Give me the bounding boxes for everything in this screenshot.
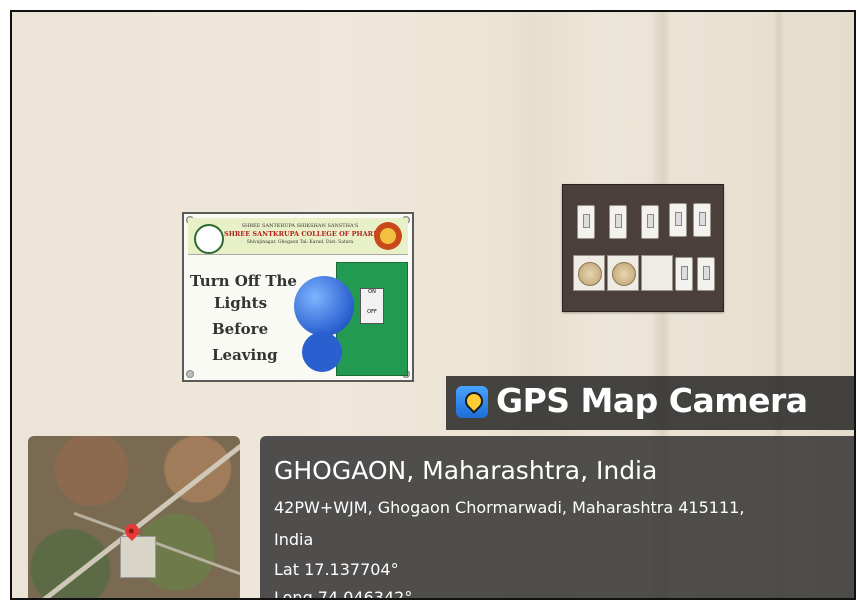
wall-switch	[675, 257, 693, 291]
poster-college: SHREE SANTKRUPA COLLEGE OF PHARMACY	[224, 230, 396, 238]
map-pin-icon	[456, 386, 488, 418]
switch-board	[562, 184, 724, 312]
wall-switch	[609, 205, 627, 239]
switch-off-label: OFF	[367, 309, 377, 315]
fan-regulator	[607, 255, 639, 291]
location-map-thumbnail	[28, 436, 240, 598]
map-road	[73, 511, 240, 584]
place-name: GHOGAON, Maharashtra, India	[274, 456, 658, 485]
map-building	[120, 536, 156, 578]
address-line-1: 42PW+WJM, Ghogaon Chormarwadi, Maharasht…	[274, 498, 745, 517]
longitude: Long 74.046342°	[274, 588, 413, 600]
regulator-knob	[578, 262, 602, 286]
poster-address: Shivajinagar, Ghogaon Tal: Karad, Dist: …	[246, 240, 354, 245]
poster-msg-2: Lights	[214, 294, 268, 312]
energy-saving-poster: SHREE SANTKRUPA SHIKSHAN SANSTHA'S SHREE…	[182, 212, 414, 382]
college-logo-right	[374, 222, 402, 250]
poster-msg-4: Leaving	[212, 346, 278, 364]
wall-switch	[641, 205, 659, 239]
power-socket	[641, 255, 673, 291]
wall-switch	[669, 203, 687, 237]
globe-mascot-icon	[294, 276, 354, 336]
wall-switch	[693, 203, 711, 237]
mascot-body	[302, 332, 342, 372]
screw	[186, 370, 194, 378]
gps-camera-brand: GPS Map Camera	[446, 376, 854, 430]
address-line-2: India	[274, 530, 314, 549]
poster-msg-1: Turn Off The	[190, 272, 297, 290]
poster-header: SHREE SANTKRUPA SHIKSHAN SANSTHA'S SHREE…	[188, 218, 408, 255]
fan-regulator	[573, 255, 605, 291]
wall-switch	[577, 205, 595, 239]
poster-msg-3: Before	[212, 320, 269, 338]
photo-frame: SHREE SANTKRUPA SHIKSHAN SANSTHA'S SHREE…	[10, 10, 856, 600]
latitude: Lat 17.137704°	[274, 560, 399, 579]
regulator-knob	[612, 262, 636, 286]
switch-on-label: ON	[368, 289, 376, 295]
light-switch-icon: ON OFF	[360, 288, 384, 324]
brand-title: GPS Map Camera	[496, 381, 808, 420]
college-logo-left	[194, 224, 224, 254]
poster-sanstha: SHREE SANTKRUPA SHIKSHAN SANSTHA'S	[241, 223, 359, 229]
location-info-panel: GHOGAON, Maharashtra, India 42PW+WJM, Gh…	[260, 436, 854, 600]
wall-switch	[697, 257, 715, 291]
